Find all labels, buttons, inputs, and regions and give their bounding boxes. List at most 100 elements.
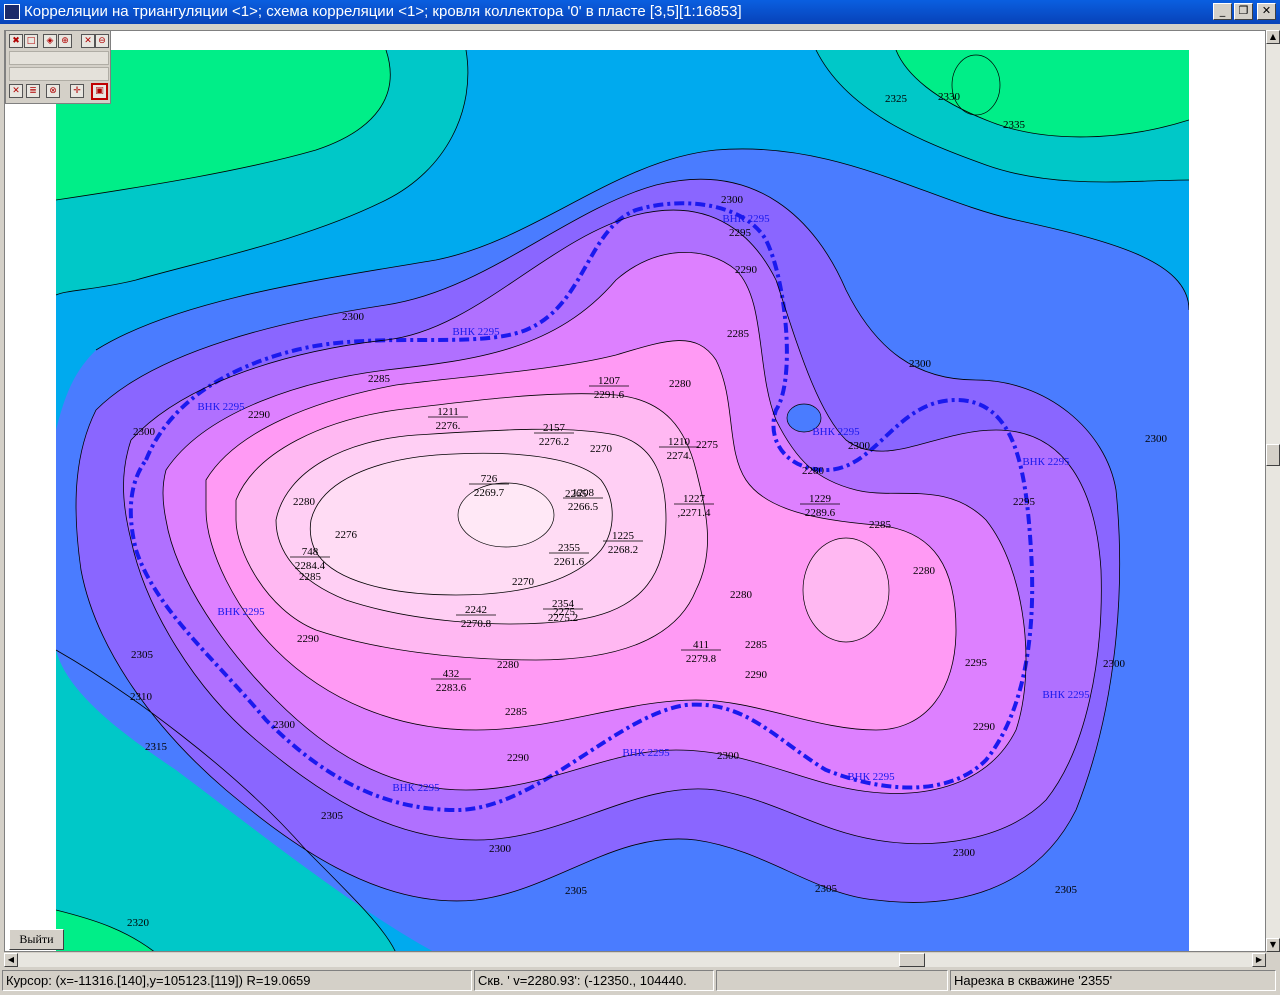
well-id: 2355 <box>558 542 581 554</box>
well-id: 1225 <box>612 530 635 542</box>
vnk-label: ВНК 2295 <box>217 606 265 618</box>
well-id: 1207 <box>598 375 621 387</box>
zoom-in-icon[interactable]: ⊕ <box>58 34 72 48</box>
contour-label: 2305 <box>815 883 838 895</box>
stop-icon[interactable]: ⊗ <box>46 84 60 98</box>
contour-label: 2300 <box>1145 433 1168 445</box>
well-id: 748 <box>302 546 319 558</box>
well-depth: 2276.2 <box>539 436 569 448</box>
contour-label: 2300 <box>953 847 976 859</box>
map-canvas-area[interactable]: 2325 2330 2335 2300 2295 2290 2300 2285 2285 2280… <box>4 30 1266 952</box>
contour-label: 2280 <box>497 659 520 671</box>
map-toolbar: ✖ □ ◈ ⊕ ✕ ⊖ ✕ ≣ ⊗ ✛ ▣ <box>5 30 111 104</box>
well-depth: 2284.4 <box>295 560 326 572</box>
vnk-label: ВНК 2295 <box>392 782 440 794</box>
contour-label: 2300 <box>133 426 156 438</box>
vnk-label: ВНК 2295 <box>197 401 245 413</box>
well-depth: 2283.6 <box>436 682 467 694</box>
contour-label: 2320 <box>127 917 150 929</box>
contour-label: 2300 <box>1103 658 1126 670</box>
well-depth: 2261.6 <box>554 556 585 568</box>
contour-label: 2300 <box>717 750 740 762</box>
horizontal-scroll-thumb[interactable] <box>899 953 925 967</box>
well-depth: 2266.5 <box>568 501 599 513</box>
zoom-out-icon[interactable]: ✕ <box>81 34 95 48</box>
exit-button[interactable]: Выйти <box>9 929 64 950</box>
scroll-right-icon[interactable]: ▶ <box>1252 953 1266 967</box>
cut-status: Нарезка в скважине '2355' <box>950 970 1276 991</box>
contour-label: 2300 <box>721 194 744 206</box>
close-icon[interactable]: ✕ <box>9 84 23 98</box>
contour-label: 2300 <box>489 843 512 855</box>
toolbar-strip-1 <box>9 51 109 65</box>
contour-label: 2290 <box>297 633 320 645</box>
contour-map[interactable]: 2325 2330 2335 2300 2295 2290 2300 2285 2285 2280… <box>56 50 1189 952</box>
contour-label: 2270 <box>512 576 535 588</box>
zoom-fit-icon[interactable]: ⊖ <box>95 34 109 48</box>
minimize-button[interactable]: _ <box>1213 3 1232 20</box>
contour-label: 2290 <box>973 721 996 733</box>
well-id: 2157 <box>543 422 566 434</box>
well-id: 1211 <box>437 406 459 418</box>
vnk-label: ВНК 2295 <box>452 326 500 338</box>
well-id: 411 <box>693 639 709 651</box>
vnk-label: ВНК 2295 <box>1022 456 1070 468</box>
well-id: 1229 <box>809 493 832 505</box>
cursor-status: Курсор: (x=-11316.[140],y=105123.[119]) … <box>2 970 472 991</box>
pan-icon[interactable]: ◈ <box>43 34 57 48</box>
center-icon[interactable]: ✛ <box>70 84 84 98</box>
contour-label: 2280 <box>669 378 692 390</box>
contour-label: 2295 <box>965 657 988 669</box>
contour-label: 2330 <box>938 91 961 103</box>
contour-label: 2280 <box>293 496 316 508</box>
contour-label: 2295 <box>729 227 752 239</box>
well-status: Скв. ' v=2280.93': (-12350., 104440. <box>474 970 714 991</box>
zone-2280-east <box>802 537 890 643</box>
well-depth: 2289.6 <box>805 507 836 519</box>
scroll-left-icon[interactable]: ◀ <box>4 953 18 967</box>
contour-label: 2315 <box>145 741 168 753</box>
contour-label: 2285 <box>869 519 892 531</box>
contour-label: 2280 <box>802 465 825 477</box>
map-layers: 2325 2330 2335 2300 2295 2290 2300 2285 2285 2280… <box>56 50 1189 951</box>
contour-label: 2295 <box>1013 496 1036 508</box>
well-id: 1227 <box>683 493 706 505</box>
delete-object-icon[interactable]: ✖ <box>9 34 23 48</box>
well-depth: 2269.7 <box>474 487 505 499</box>
contour-label: 2290 <box>745 669 768 681</box>
contour-label: 2300 <box>848 440 871 452</box>
contour-label: 2280 <box>730 589 753 601</box>
contour-label: 2305 <box>1055 884 1078 896</box>
well-id: 2354 <box>552 598 575 610</box>
contour-label: 2285 <box>505 706 528 718</box>
contour-label: 2300 <box>342 311 365 323</box>
well-id: 1208 <box>572 487 595 499</box>
vnk-label: ВНК 2295 <box>622 747 670 759</box>
restore-button[interactable]: ❐ <box>1234 3 1253 20</box>
scroll-down-icon[interactable]: ▼ <box>1266 938 1280 952</box>
zone-2335-topright <box>951 54 1001 116</box>
contour-label: 2300 <box>273 719 296 731</box>
scroll-up-icon[interactable]: ▲ <box>1266 30 1280 44</box>
extra-status <box>716 970 948 991</box>
contour-label: 2290 <box>735 264 758 276</box>
well-depth: 2268.2 <box>608 544 638 556</box>
close-button[interactable]: ✕ <box>1257 3 1276 20</box>
toolbar-strip-2 <box>9 67 109 81</box>
map-app-icon[interactable] <box>4 4 20 20</box>
properties-icon[interactable]: ≣ <box>26 84 40 98</box>
vertical-scrollbar[interactable]: ▲ ▼ <box>1266 30 1280 952</box>
well-id: 432 <box>443 668 460 680</box>
vnk-label: ВНК 2295 <box>722 213 770 225</box>
well-id: 2242 <box>465 604 487 616</box>
layers-icon[interactable]: ▣ <box>91 83 108 100</box>
contour-label: 2270 <box>590 443 613 455</box>
status-bar: Курсор: (x=-11316.[140],y=105123.[119]) … <box>0 968 1280 995</box>
select-rect-icon[interactable]: □ <box>24 34 38 48</box>
horizontal-scrollbar[interactable]: ◀ ▶ <box>4 953 1266 967</box>
vertical-scroll-thumb[interactable] <box>1266 444 1280 466</box>
contour-label: 2280 <box>913 565 936 577</box>
well-depth: 2279.8 <box>686 653 717 665</box>
well-depth: ,2271.4 <box>678 507 712 519</box>
contour-label: 2290 <box>248 409 271 421</box>
